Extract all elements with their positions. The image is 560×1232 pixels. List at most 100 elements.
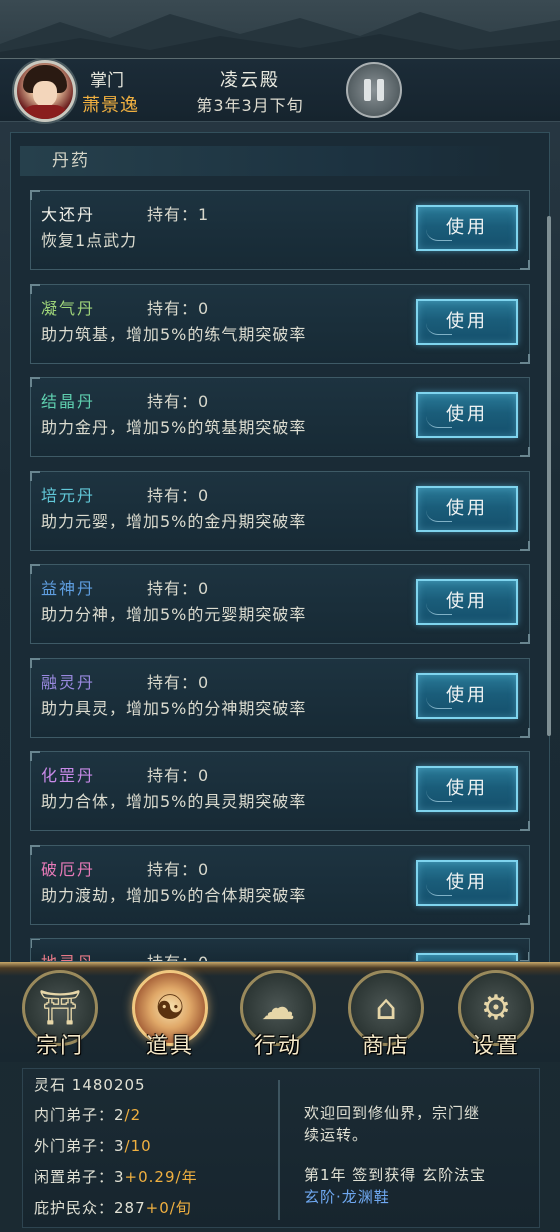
section-title: 丹药 — [20, 146, 508, 176]
welcome-line-1: 欢迎回到修仙界，宗门继 — [304, 1104, 481, 1122]
signin-message: 第1年 签到获得 玄阶法宝 玄阶·龙渊鞋 — [304, 1164, 486, 1208]
outer-disciples-label: 外门弟子：3 — [34, 1137, 125, 1155]
item-row: 破厄丹 持有：0 助力渡劫，增加5%的合体期突破率 使用 — [30, 845, 530, 925]
inner-disciples-stat: 内门弟子：2/2 — [34, 1104, 141, 1125]
nav-button-4[interactable]: ⚙ 设置 — [456, 970, 536, 1060]
item-hold-count: 持有：0 — [147, 392, 210, 411]
use-button-label: 使用 — [446, 685, 488, 706]
item-row: 益神丹 持有：0 助力分神，增加5%的元婴期突破率 使用 — [30, 564, 530, 644]
item-hold-count: 持有：0 — [147, 860, 210, 879]
use-button[interactable]: 使用 — [416, 299, 518, 345]
welcome-message: 欢迎回到修仙界，宗门继 续运转。 — [304, 1102, 480, 1146]
button-swish-decoration — [426, 790, 452, 802]
use-button[interactable]: 使用 — [416, 579, 518, 625]
use-button[interactable]: 使用 — [416, 205, 518, 251]
button-swish-decoration — [426, 603, 452, 615]
item-name: 培元丹 — [41, 486, 96, 505]
item-hold-count: 持有：1 — [147, 205, 210, 224]
item-description: 助力筑基，增加5%的练气期突破率 — [41, 325, 307, 344]
use-button-label: 使用 — [446, 311, 488, 332]
protected-people-stat: 庇护民众：287+0/旬 — [34, 1197, 192, 1218]
button-swish-decoration — [426, 323, 452, 335]
hall-name: 凌云殿 — [220, 70, 280, 91]
idle-disciples-label: 闲置弟子：3 — [34, 1168, 125, 1186]
item-name: 化罡丹 — [41, 766, 96, 785]
item-description: 助力元婴，增加5%的金丹期突破率 — [41, 512, 307, 531]
protected-people-rate: +0/旬 — [145, 1199, 192, 1217]
spirit-stone-stat: 灵石 1480205 — [34, 1074, 146, 1095]
use-button-label: 使用 — [446, 872, 488, 893]
button-swish-decoration — [426, 229, 452, 241]
idle-disciples-rate: +0.29/年 — [124, 1168, 198, 1186]
outer-disciples-stat: 外门弟子：3/10 — [34, 1135, 152, 1156]
item-description: 恢复1点武力 — [41, 231, 138, 250]
item-row: 凝气丹 持有：0 助力筑基，增加5%的练气期突破率 使用 — [30, 284, 530, 364]
button-swish-decoration — [426, 697, 452, 709]
item-row: 融灵丹 持有：0 助力具灵，增加5%的分神期突破率 使用 — [30, 658, 530, 738]
button-swish-decoration — [426, 510, 452, 522]
use-button-label: 使用 — [446, 404, 488, 425]
button-swish-decoration — [426, 884, 452, 896]
item-description: 助力金丹，增加5%的筑基期突破率 — [41, 418, 307, 437]
nav-button-3[interactable]: ⌂ 商店 — [346, 970, 426, 1060]
protected-people-label: 庇护民众：287 — [34, 1199, 146, 1217]
scrollbar[interactable] — [547, 216, 551, 736]
inner-disciples-label: 内门弟子：2 — [34, 1106, 125, 1124]
outer-disciples-cap: /10 — [124, 1137, 152, 1155]
idle-disciples-stat: 闲置弟子：3+0.29/年 — [34, 1166, 198, 1187]
item-row: 结晶丹 持有：0 助力金丹，增加5%的筑基期突破率 使用 — [30, 377, 530, 457]
item-name: 破厄丹 — [41, 860, 96, 879]
nav-label: 宗门 — [35, 1034, 84, 1059]
button-swish-decoration — [426, 416, 452, 428]
signin-item[interactable]: 玄阶·龙渊鞋 — [304, 1186, 486, 1208]
item-name: 大还丹 — [41, 205, 96, 224]
use-button[interactable]: 使用 — [416, 860, 518, 906]
spirit-stone-label: 灵石 — [34, 1076, 67, 1094]
use-button-label: 使用 — [446, 217, 488, 238]
item-hold-count: 持有：0 — [147, 486, 210, 505]
spirit-stone-value: 1480205 — [71, 1076, 146, 1094]
pause-button[interactable] — [346, 62, 402, 118]
nav-button-0[interactable]: ⛩ 宗门 — [20, 970, 100, 1060]
item-hold-count: 持有：0 — [147, 579, 210, 598]
nav-label: 道具 — [145, 1034, 194, 1059]
nav-label: 商店 — [361, 1034, 410, 1059]
item-hold-count: 持有：0 — [147, 299, 210, 318]
item-row: 化罡丹 持有：0 助力合体，增加5%的具灵期突破率 使用 — [30, 751, 530, 831]
item-description: 助力具灵，增加5%的分神期突破率 — [41, 699, 307, 718]
use-button[interactable]: 使用 — [416, 953, 518, 961]
item-hold-count: 持有：0 — [147, 766, 210, 785]
use-button-label: 使用 — [446, 498, 488, 519]
item-name: 融灵丹 — [41, 673, 96, 692]
use-button[interactable]: 使用 — [416, 766, 518, 812]
item-name: 地灵丹 — [41, 949, 95, 961]
status-divider — [278, 1080, 280, 1220]
use-button[interactable]: 使用 — [416, 486, 518, 532]
item-name: 凝气丹 — [41, 299, 96, 318]
welcome-line-2: 续运转。 — [304, 1126, 369, 1144]
game-date: 第3年3月下旬 — [196, 96, 304, 115]
item-name: 益神丹 — [41, 579, 96, 598]
item-description: 助力渡劫，增加5%的合体期突破率 — [41, 886, 307, 905]
item-name: 结晶丹 — [41, 392, 96, 411]
pause-icon-bar-right — [377, 79, 384, 101]
item-hold-count: 持有：0 — [147, 673, 210, 692]
use-button[interactable]: 使用 — [416, 673, 518, 719]
nav-label: 设置 — [471, 1034, 520, 1059]
inner-disciples-cap: /2 — [124, 1106, 142, 1124]
item-description: 助力分神，增加5%的元婴期突破率 — [41, 605, 307, 624]
use-button-label: 使用 — [446, 778, 488, 799]
item-row: 培元丹 持有：0 助力元婴，增加5%的金丹期突破率 使用 — [30, 471, 530, 551]
pause-icon-bar-left — [364, 79, 371, 101]
nav-button-1[interactable]: ☯ 道具 — [130, 970, 210, 1060]
item-hold-count: 持有：0 — [147, 949, 209, 961]
mountain-backdrop — [0, 0, 560, 60]
nav-button-2[interactable]: ☁ 行动 — [238, 970, 318, 1060]
nav-label: 行动 — [253, 1034, 302, 1059]
use-button-label: 使用 — [446, 591, 488, 612]
mountain-silhouette — [0, 12, 560, 60]
signin-line: 第1年 签到获得 玄阶法宝 — [304, 1166, 487, 1184]
use-button[interactable]: 使用 — [416, 392, 518, 438]
item-description: 助力合体，增加5%的具灵期突破率 — [41, 792, 307, 811]
item-row: 地灵丹 持有：0 使用 — [30, 938, 530, 962]
